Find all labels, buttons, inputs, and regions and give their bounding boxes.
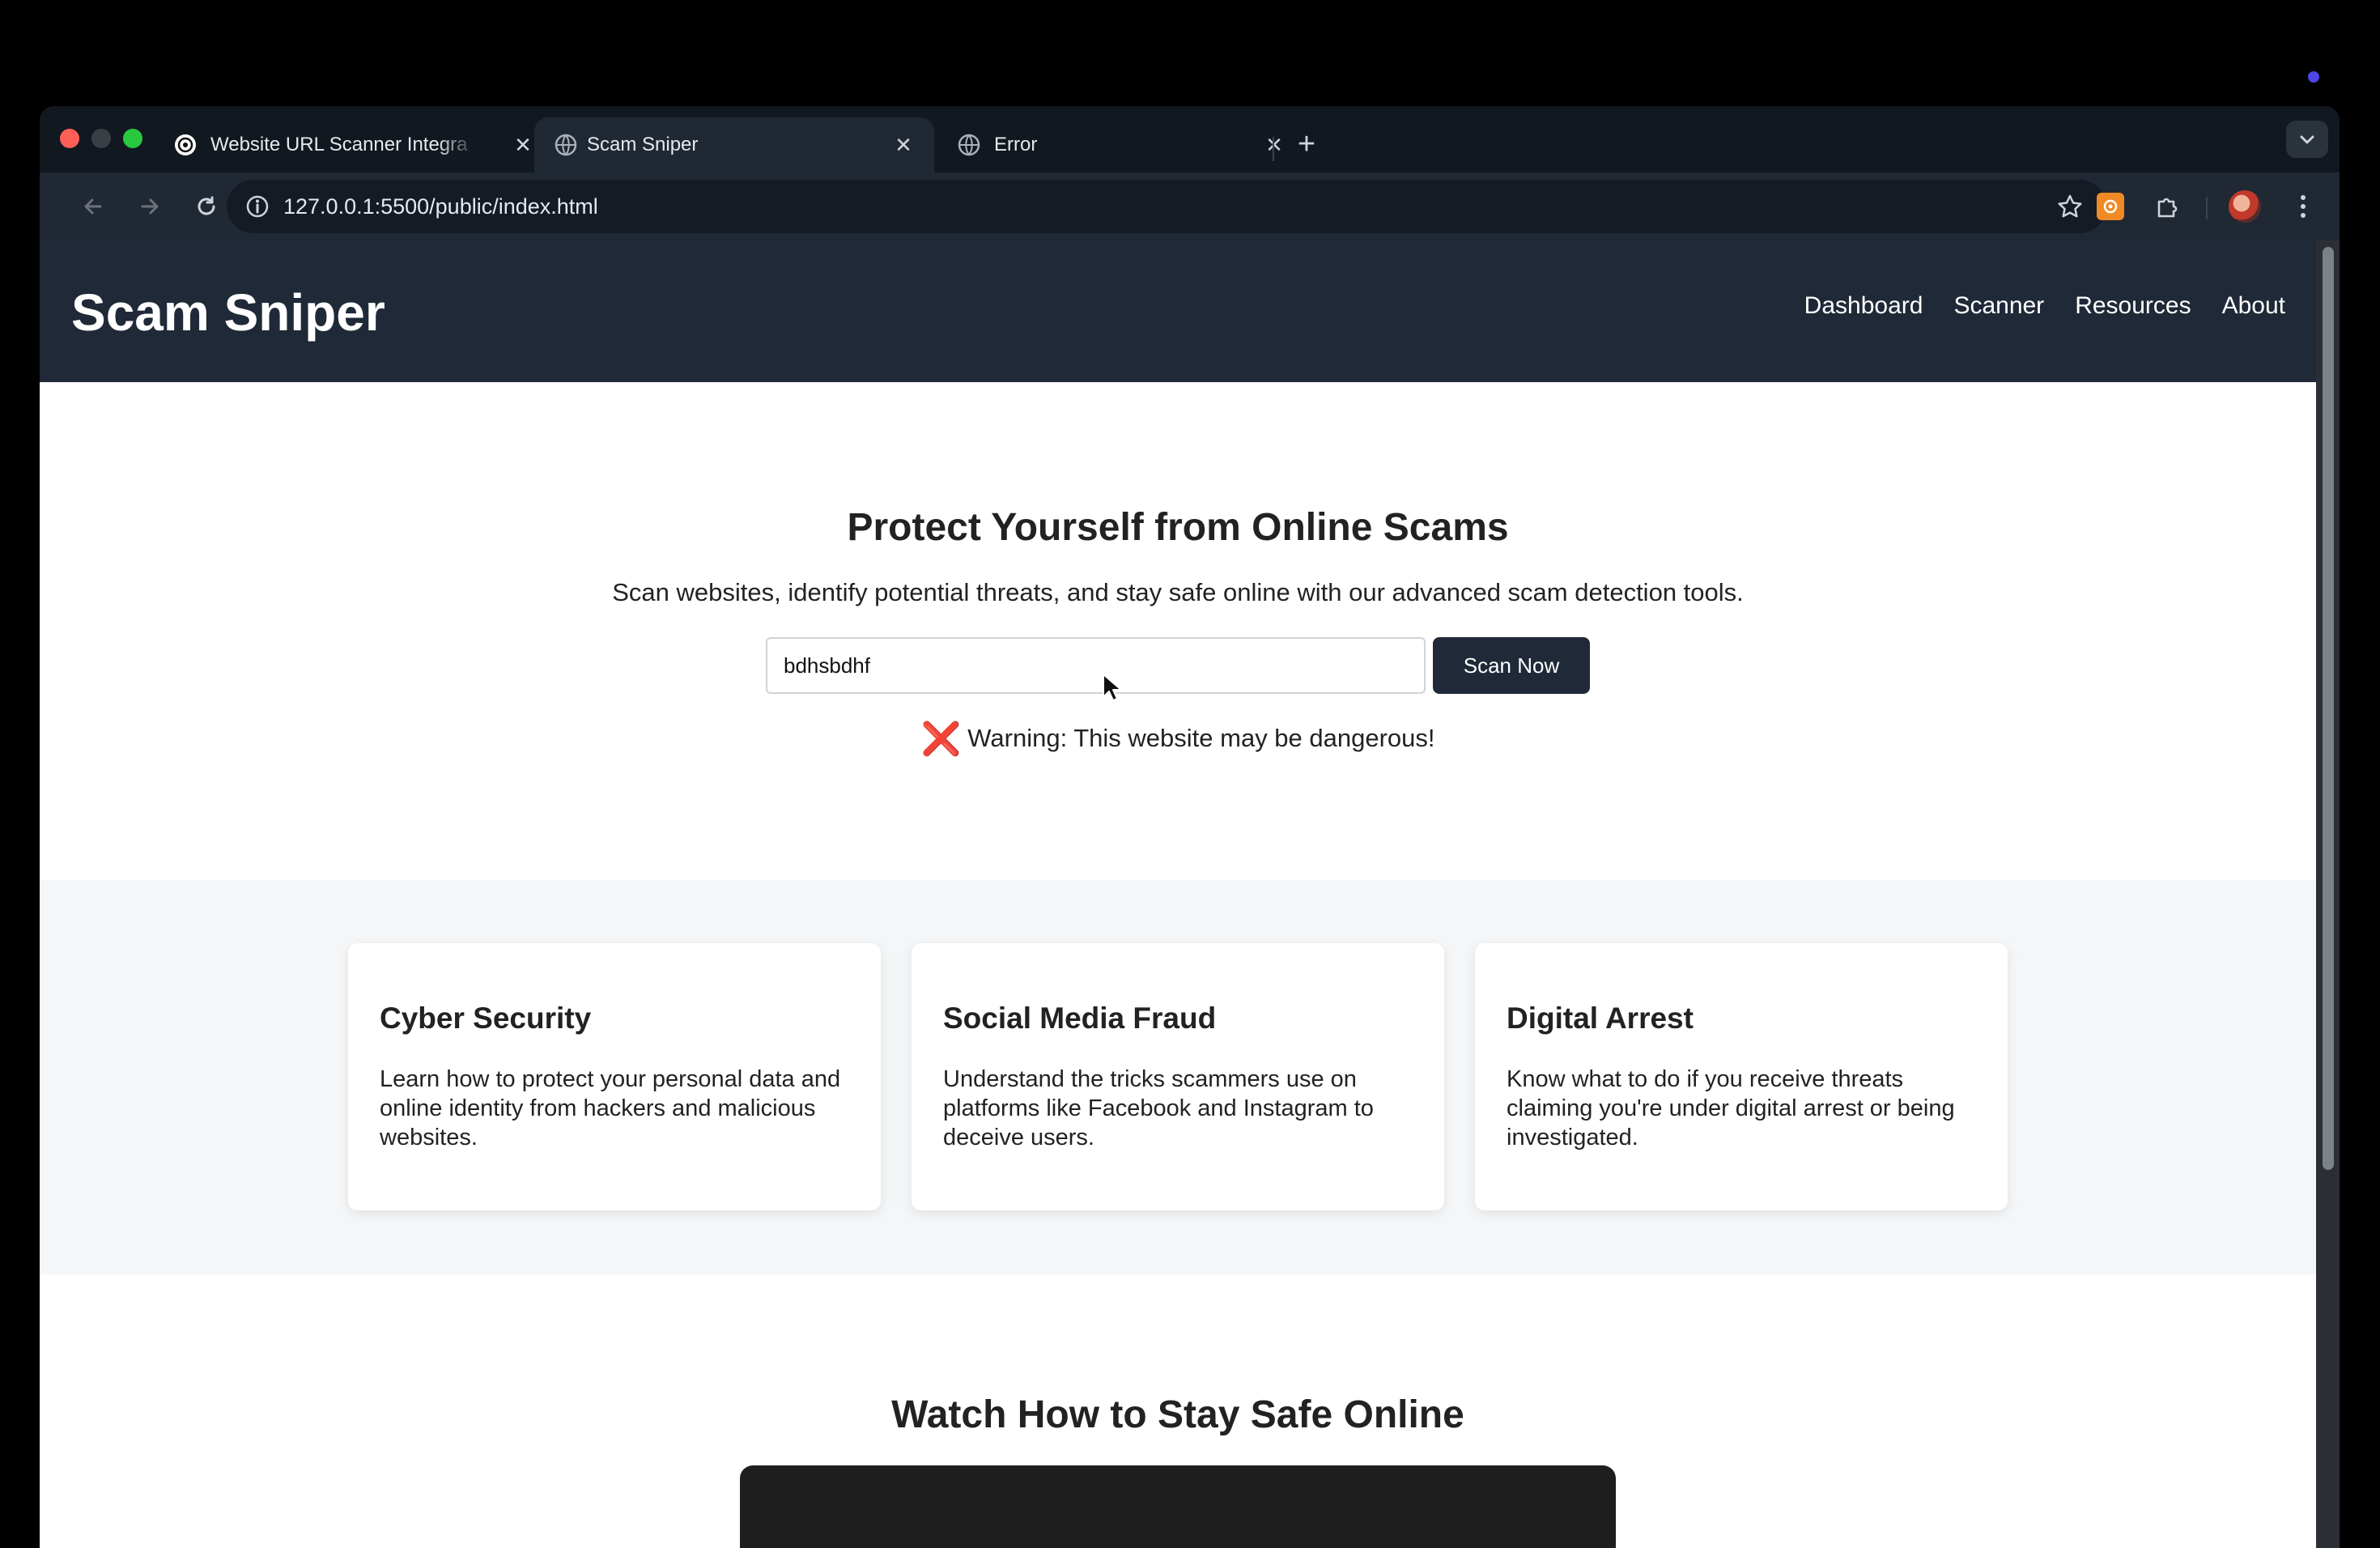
close-tab-icon[interactable]: ✕ bbox=[892, 134, 915, 156]
tab-website-url-scanner[interactable]: Website URL Scanner Integra ✕ bbox=[173, 117, 554, 172]
tab-title: Scam Sniper bbox=[587, 134, 699, 155]
scan-result-warning: ❌ Warning: This website may be dangerous! bbox=[40, 720, 2316, 758]
bookmark-star-icon[interactable] bbox=[2056, 193, 2084, 220]
globe-icon bbox=[554, 133, 578, 157]
tab-search-button[interactable] bbox=[2286, 121, 2328, 158]
tab-title: Website URL Scanner Integra bbox=[210, 134, 468, 155]
nav-resources[interactable]: Resources bbox=[2075, 292, 2191, 320]
site-nav: Dashboard Scanner Resources About bbox=[1804, 292, 2316, 320]
features-section: Cyber Security Learn how to protect your… bbox=[40, 880, 2316, 1274]
minimize-window-button[interactable] bbox=[91, 129, 111, 148]
site-header: Scam Sniper Dashboard Scanner Resources … bbox=[40, 240, 2316, 382]
error-x-icon: ❌ bbox=[920, 721, 962, 757]
tab-scam-sniper[interactable]: Scam Sniper ✕ bbox=[534, 117, 934, 172]
warning-text: Warning: This website may be dangerous! bbox=[967, 724, 1435, 752]
site-info-icon[interactable] bbox=[244, 194, 270, 219]
new-tab-button[interactable]: + bbox=[1286, 124, 1327, 164]
feature-card-cyber-security[interactable]: Cyber Security Learn how to protect your… bbox=[348, 943, 881, 1210]
url-scan-input[interactable] bbox=[766, 637, 1426, 694]
scan-now-button[interactable]: Scan Now bbox=[1433, 637, 1590, 694]
feature-card-social-media-fraud[interactable]: Social Media Fraud Understand the tricks… bbox=[912, 943, 1444, 1210]
hero-title: Protect Yourself from Online Scams bbox=[847, 506, 1509, 549]
arrow-left-icon bbox=[84, 198, 102, 215]
video-section-title: Watch How to Stay Safe Online bbox=[891, 1393, 1464, 1436]
nav-dashboard[interactable]: Dashboard bbox=[1804, 292, 1923, 320]
forward-button[interactable] bbox=[130, 187, 169, 226]
browser-window: Website URL Scanner Integra ✕ Scam Snipe… bbox=[40, 106, 2340, 1548]
mouse-cursor-icon bbox=[1103, 674, 1122, 701]
video-section: Watch How to Stay Safe Online bbox=[40, 1274, 2316, 1548]
close-tab-icon[interactable]: ✕ bbox=[1263, 134, 1286, 156]
nav-about[interactable]: About bbox=[2222, 292, 2285, 320]
scrollbar-thumb[interactable] bbox=[2323, 247, 2334, 1170]
chevron-down-icon bbox=[2300, 135, 2314, 144]
hero-section: Protect Yourself from Online Scams Scan … bbox=[40, 382, 2316, 880]
address-bar[interactable]: 127.0.0.1:5500/public/index.html bbox=[227, 180, 2106, 233]
maximize-window-button[interactable] bbox=[123, 129, 142, 148]
feature-card-text: Know what to do if you receive threats c… bbox=[1507, 1066, 1955, 1150]
close-window-button[interactable] bbox=[60, 129, 79, 148]
globe-icon bbox=[957, 133, 981, 157]
close-tab-icon[interactable]: ✕ bbox=[512, 134, 534, 156]
extensions-puzzle-icon[interactable] bbox=[2149, 189, 2185, 224]
feature-card-text: Understand the tricks scammers use on pl… bbox=[943, 1066, 1374, 1150]
tab-error[interactable]: Error ✕ bbox=[937, 117, 1305, 172]
status-indicator-dot bbox=[2308, 71, 2319, 83]
profile-avatar[interactable] bbox=[2227, 189, 2263, 224]
reload-button[interactable] bbox=[187, 187, 226, 226]
feature-card-title: Cyber Security bbox=[380, 1002, 592, 1035]
arrow-right-icon bbox=[141, 198, 159, 215]
site-logo[interactable]: Scam Sniper bbox=[71, 283, 385, 342]
url-text: 127.0.0.1:5500/public/index.html bbox=[283, 194, 598, 219]
back-button[interactable] bbox=[74, 187, 113, 226]
tab-separator bbox=[1273, 137, 1274, 161]
menu-kebab-icon[interactable] bbox=[2285, 189, 2321, 224]
feature-card-title: Social Media Fraud bbox=[943, 1002, 1217, 1035]
tab-title: Error bbox=[994, 134, 1038, 155]
toolbar-divider bbox=[2206, 197, 2208, 219]
video-player[interactable] bbox=[740, 1465, 1616, 1548]
hero-subtitle: Scan websites, identify potential threat… bbox=[612, 578, 1744, 606]
nav-scanner[interactable]: Scanner bbox=[1953, 292, 2044, 320]
tab-strip: Website URL Scanner Integra ✕ Scam Snipe… bbox=[40, 106, 2340, 172]
feature-card-digital-arrest[interactable]: Digital Arrest Know what to do if you re… bbox=[1475, 943, 2008, 1210]
extension-orange-icon[interactable] bbox=[2093, 189, 2128, 224]
openai-icon bbox=[173, 133, 198, 157]
feature-card-text: Learn how to protect your personal data … bbox=[380, 1066, 841, 1150]
page-scrollbar[interactable] bbox=[2316, 240, 2340, 1548]
page-viewport: Scam Sniper Dashboard Scanner Resources … bbox=[40, 240, 2316, 1548]
reload-icon bbox=[198, 196, 215, 215]
feature-card-title: Digital Arrest bbox=[1507, 1002, 1694, 1035]
browser-toolbar: 127.0.0.1:5500/public/index.html bbox=[40, 172, 2340, 240]
